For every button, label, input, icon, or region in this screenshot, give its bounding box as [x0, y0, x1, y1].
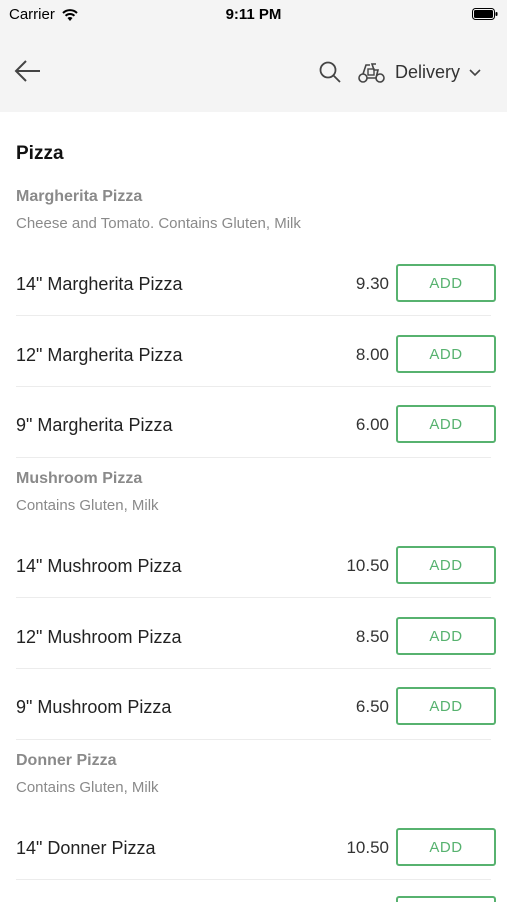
- add-button[interactable]: ADD: [396, 335, 496, 373]
- item-name: 14" Donner Pizza: [16, 838, 156, 858]
- item-price: 8.50: [355, 627, 389, 646]
- menu-item-row: 12" Mushroom Pizza 8.50 ADD: [0, 605, 507, 675]
- section-title: Pizza: [16, 143, 64, 164]
- add-button[interactable]: ADD: [396, 687, 496, 725]
- search-icon: [319, 61, 341, 83]
- item-price: 10.50: [346, 556, 389, 575]
- add-button[interactable]: ADD: [396, 405, 496, 443]
- divider: [16, 668, 491, 669]
- add-button[interactable]: ADD: [396, 546, 496, 584]
- divider: [16, 739, 491, 740]
- delivery-mode-selector[interactable]: Delivery: [357, 56, 482, 88]
- group-description: Cheese and Tomato. Contains Gluten, Milk: [16, 215, 301, 232]
- item-price: 6.00: [355, 415, 389, 434]
- back-button[interactable]: [12, 56, 44, 86]
- add-button[interactable]: ADD: [396, 828, 496, 866]
- scooter-icon: [358, 63, 385, 83]
- menu-item-row: 12" Margherita Pizza 8.00 ADD: [0, 323, 507, 393]
- divider: [16, 386, 491, 387]
- menu-item-row: 14" Margherita Pizza 9.30 ADD: [0, 252, 507, 322]
- item-price: 8.00: [355, 345, 389, 364]
- item-name: 12" Mushroom Pizza: [16, 627, 182, 647]
- item-name: 14" Margherita Pizza: [16, 274, 183, 294]
- menu-item-row: 14" Donner Pizza 10.50 ADD: [0, 816, 507, 886]
- item-name: 12" Margherita Pizza: [16, 345, 183, 365]
- item-price: 9.30: [355, 274, 389, 293]
- add-button[interactable]: ADD: [396, 264, 496, 302]
- status-time: 9:11 PM: [225, 6, 282, 23]
- add-button[interactable]: ADD: [396, 617, 496, 655]
- group-description: Contains Gluten, Milk: [16, 497, 159, 514]
- navigation-bar: Delivery: [0, 30, 507, 112]
- group-description: Contains Gluten, Milk: [16, 779, 159, 796]
- item-price: 6.50: [355, 697, 389, 716]
- menu-item-row: 14" Mushroom Pizza 10.50 ADD: [0, 534, 507, 604]
- chevron-down-icon: [469, 69, 481, 77]
- group-title: Donner Pizza: [16, 752, 117, 769]
- item-name: 14" Mushroom Pizza: [16, 556, 182, 576]
- back-arrow-icon: [14, 60, 40, 82]
- menu-item-row: 9" Margherita Pizza 6.00 ADD: [0, 393, 507, 463]
- battery-icon: [472, 8, 498, 20]
- search-button[interactable]: [318, 60, 342, 84]
- divider: [16, 879, 491, 880]
- delivery-label: Delivery: [395, 61, 461, 82]
- item-price: 10.50: [346, 838, 389, 857]
- add-button-partial[interactable]: [396, 896, 496, 902]
- item-name: 9" Margherita Pizza: [16, 415, 173, 435]
- menu-item-row: 9" Mushroom Pizza 6.50 ADD: [0, 675, 507, 745]
- group-title: Mushroom Pizza: [16, 470, 143, 487]
- divider: [16, 597, 491, 598]
- item-name: 9" Mushroom Pizza: [16, 697, 172, 717]
- group-title: Margherita Pizza: [16, 188, 143, 205]
- status-bar: Carrier 9:11 PM: [0, 0, 507, 30]
- divider: [16, 315, 491, 316]
- divider: [16, 457, 491, 458]
